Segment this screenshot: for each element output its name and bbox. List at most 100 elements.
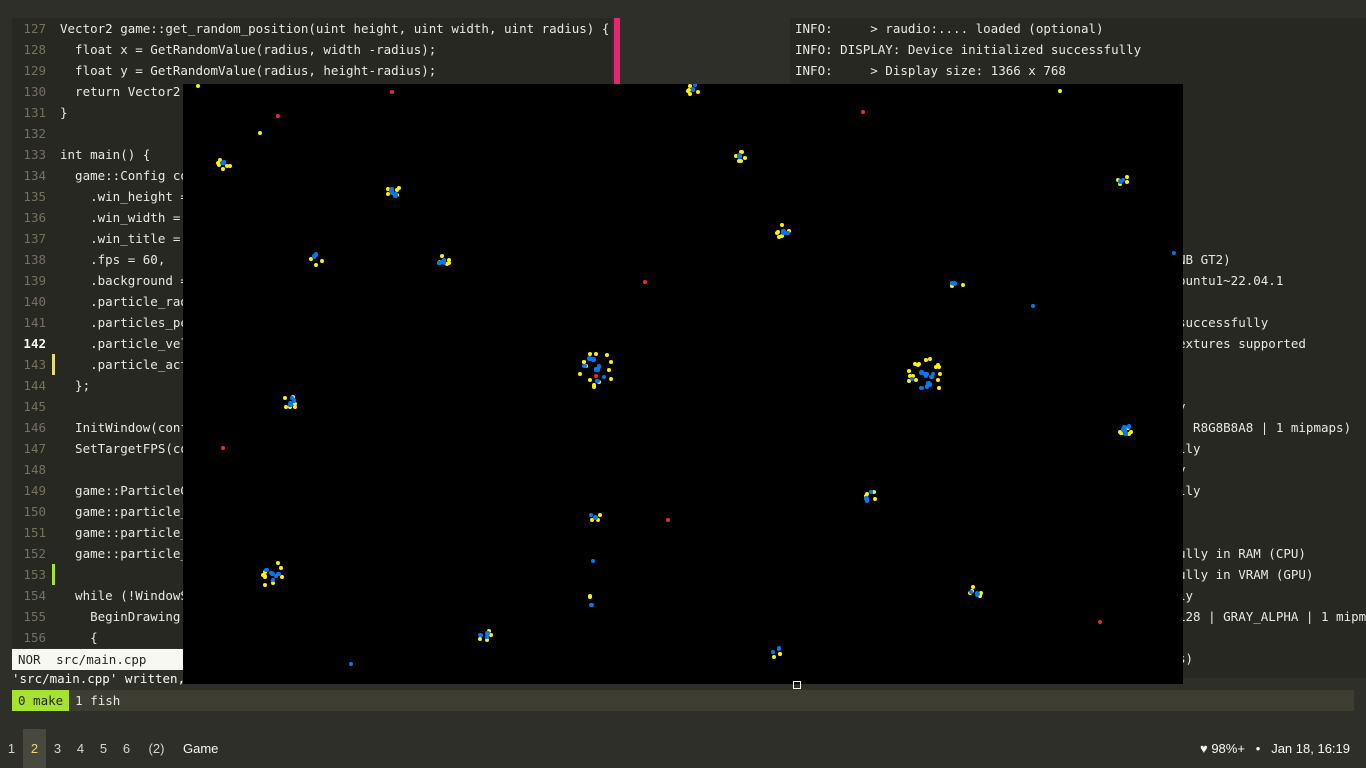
particle <box>439 253 444 258</box>
code-text: .fps = 60, <box>60 252 166 267</box>
line-number: 137 <box>23 231 46 246</box>
line-number: 140 <box>23 294 46 309</box>
focused-window-title: Game <box>183 741 219 756</box>
particle <box>974 592 980 597</box>
line-number: 155 <box>23 609 46 624</box>
particle <box>872 497 877 502</box>
line-number: 151 <box>23 525 46 540</box>
line-number: 143 <box>23 357 46 372</box>
particle <box>477 637 482 642</box>
code-text: .win_height = <box>60 189 188 204</box>
line-number: 149 <box>23 483 46 498</box>
particle <box>738 158 743 163</box>
code-line[interactable]: 129 float y = GetRandomValue(radius, hei… <box>12 60 612 81</box>
particle <box>1030 303 1036 309</box>
workspace-button[interactable]: 3 <box>46 729 69 768</box>
code-line[interactable]: 127 Vector2 game::get_random_position(uin… <box>12 18 612 39</box>
particle <box>609 359 614 364</box>
line-number: 131 <box>23 105 46 120</box>
line-number: 142 <box>23 336 46 351</box>
pane-divider-accent <box>614 18 620 84</box>
code-text: return Vector2 { <box>60 84 196 99</box>
particle <box>263 583 268 588</box>
particle <box>601 374 607 380</box>
line-number: 134 <box>23 168 46 183</box>
line-number: 144 <box>23 378 46 393</box>
particle <box>929 375 934 380</box>
particle <box>587 356 592 361</box>
particle <box>582 364 587 369</box>
code-line[interactable]: 128 float x = GetRandomValue(radius, wid… <box>12 39 612 60</box>
game-window[interactable] <box>183 84 1183 684</box>
workspace-button[interactable]: 4 <box>69 729 92 768</box>
editor-statusline: NOR src/main.cpp <box>12 649 183 670</box>
workspace-button[interactable]: 5 <box>92 729 115 768</box>
code-text: BeginDrawing() <box>60 609 196 624</box>
tmux-window-tab[interactable]: 0 make <box>12 690 70 711</box>
line-number: 145 <box>23 399 46 414</box>
particle <box>770 649 776 654</box>
particle <box>273 573 279 578</box>
particle <box>597 512 602 517</box>
particle <box>952 281 957 286</box>
line-number: 128 <box>23 42 46 57</box>
particle <box>1126 424 1132 429</box>
workspace-button[interactable]: (2) <box>140 729 173 768</box>
particle <box>348 661 354 667</box>
tmux-window-tab[interactable]: 1 fish <box>69 690 126 711</box>
particle <box>609 376 614 381</box>
terminal-line: INFO: > Display size: 1366 x 768 <box>795 63 1066 78</box>
workspace-button[interactable]: 6 <box>115 729 138 768</box>
particle <box>938 371 943 376</box>
particle <box>696 90 701 95</box>
particle <box>1098 620 1102 624</box>
code-text: while (!WindowSh <box>60 588 196 603</box>
code-text: game::Config con <box>60 168 196 183</box>
particle <box>781 230 786 235</box>
line-number: 130 <box>23 84 46 99</box>
terminal-line: ully in VRAM (GPU) <box>1178 567 1314 582</box>
line-number: 141 <box>23 315 46 330</box>
particle <box>776 646 782 651</box>
terminal-line: | R8G8B8A8 | 1 mipmaps) <box>1178 420 1352 435</box>
particle <box>589 602 594 608</box>
terminal-line: 128 | GRAY_ALPHA | 1 mipm <box>1178 609 1366 624</box>
line-number: 150 <box>23 504 46 519</box>
particle <box>293 404 298 409</box>
particle <box>690 87 696 92</box>
particle <box>319 259 324 264</box>
code-text: .win_width = 1 <box>60 210 196 225</box>
particle <box>1123 431 1128 436</box>
terminal-line: extures supported <box>1178 336 1306 351</box>
particle <box>258 131 262 135</box>
workspace-button[interactable]: 2 <box>23 729 46 768</box>
workspace-button[interactable]: 1 <box>0 729 23 768</box>
clock: Jan 18, 16:19 <box>1271 741 1350 756</box>
particle <box>1125 174 1130 179</box>
particle <box>737 154 742 159</box>
particle <box>606 367 611 372</box>
particle <box>643 280 647 284</box>
particle <box>221 446 225 450</box>
line-number: 138 <box>23 252 46 267</box>
particle <box>919 370 924 375</box>
line-number: 132 <box>23 126 46 141</box>
particle <box>685 88 690 93</box>
particle <box>314 262 319 267</box>
line-number: 129 <box>23 63 46 78</box>
code-text: int main() { <box>60 147 151 162</box>
editor-filename: src/main.cpp <box>56 652 147 667</box>
tmux-statusbar: 0 make 1 fish <box>12 690 1354 711</box>
particle <box>395 187 400 192</box>
particle <box>742 155 747 160</box>
line-number: 152 <box>23 546 46 561</box>
particle <box>968 589 973 595</box>
particle <box>594 374 598 378</box>
line-number: 139 <box>23 273 46 288</box>
particle <box>593 515 598 520</box>
particle <box>916 363 921 368</box>
editor-mode: NOR <box>18 652 41 667</box>
particle <box>971 585 976 590</box>
particle <box>592 384 597 389</box>
code-text: .background = <box>60 273 188 288</box>
